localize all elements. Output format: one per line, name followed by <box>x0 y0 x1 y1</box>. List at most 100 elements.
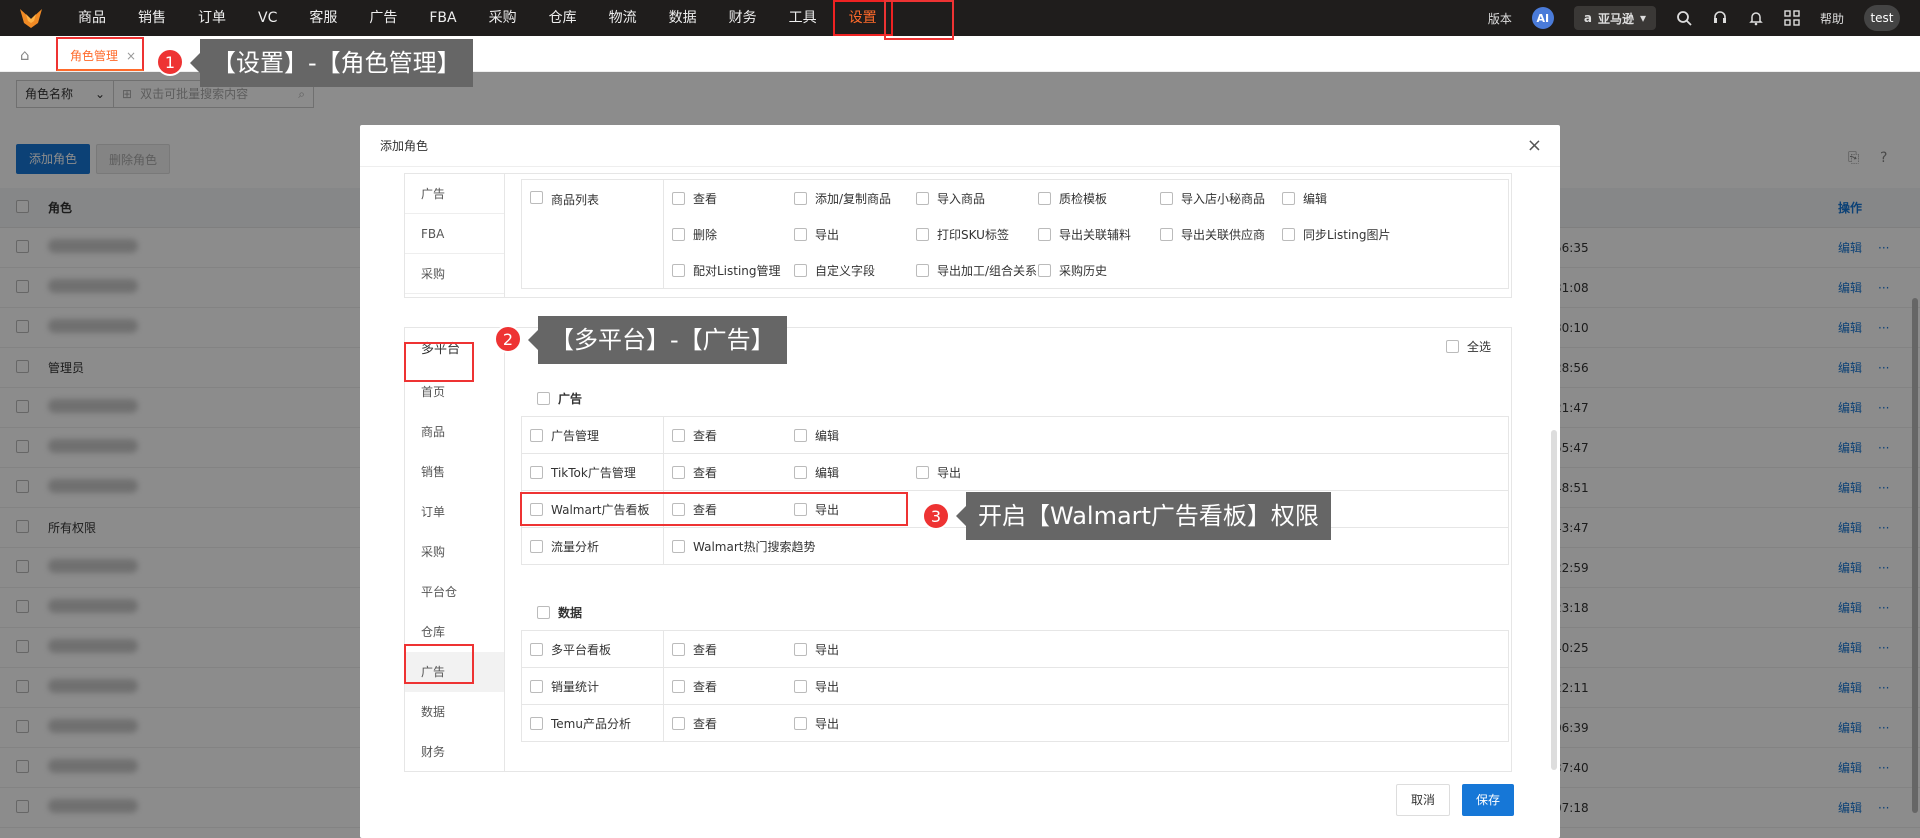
permission-option[interactable]: 导出 <box>794 705 916 741</box>
permission-option[interactable]: 导出 <box>794 631 916 667</box>
permission-option[interactable]: 导出 <box>794 216 916 252</box>
close-icon[interactable]: × <box>1527 125 1542 167</box>
option-checkbox[interactable] <box>794 716 807 730</box>
select-all-checkbox[interactable] <box>1445 340 1459 353</box>
option-checkbox[interactable] <box>672 679 685 693</box>
permission-option[interactable]: 导出加工/组合关系 <box>916 252 1038 288</box>
save-button[interactable]: 保存 <box>1461 784 1514 816</box>
section-nav-item[interactable]: FBA <box>405 214 504 254</box>
nav-item[interactable]: 设置 <box>833 0 893 36</box>
option-checkbox[interactable] <box>794 191 807 205</box>
permission-checkbox[interactable] <box>530 465 543 479</box>
option-checkbox[interactable] <box>1038 191 1051 205</box>
permission-option[interactable]: 同步Listing图片 <box>1282 216 1404 252</box>
group-checkbox[interactable] <box>537 606 550 619</box>
option-checkbox[interactable] <box>672 191 685 205</box>
nav-item[interactable]: 客服 <box>293 0 353 36</box>
section-nav-item[interactable]: 采购 <box>405 532 504 572</box>
permission-option[interactable]: 查看 <box>672 180 794 216</box>
nav-item[interactable]: 数据 <box>653 0 713 36</box>
option-checkbox[interactable] <box>916 191 929 205</box>
section-nav-item[interactable]: 广告 <box>405 652 504 692</box>
option-checkbox[interactable] <box>916 227 929 241</box>
nav-item[interactable]: 财务 <box>713 0 773 36</box>
permission-checkbox[interactable] <box>530 642 543 656</box>
option-checkbox[interactable] <box>794 263 807 277</box>
section-nav-item[interactable]: 销售 <box>405 452 504 492</box>
modal-scrollbar[interactable] <box>1551 430 1557 770</box>
option-checkbox[interactable] <box>916 263 929 277</box>
option-checkbox[interactable] <box>672 502 685 516</box>
permission-checkbox[interactable] <box>530 539 543 553</box>
permission-option[interactable]: Walmart热门搜索趋势 <box>672 528 839 564</box>
nav-item[interactable]: 商品 <box>62 0 122 36</box>
home-icon[interactable]: ⌂ <box>20 46 30 64</box>
section-nav-item[interactable]: 多平台 <box>405 328 504 372</box>
nav-item[interactable]: FBA <box>413 0 472 36</box>
permission-option[interactable]: 查看 <box>672 668 794 704</box>
option-checkbox[interactable] <box>794 679 807 693</box>
option-checkbox[interactable] <box>794 428 807 442</box>
option-checkbox[interactable] <box>794 502 807 516</box>
permission-option[interactable]: 查看 <box>672 631 794 667</box>
nav-item[interactable]: VC <box>242 0 293 36</box>
option-checkbox[interactable] <box>1160 227 1173 241</box>
user-avatar[interactable]: test <box>1864 5 1900 31</box>
permission-option[interactable]: 导出 <box>794 491 916 527</box>
nav-item[interactable]: 物流 <box>593 0 653 36</box>
option-checkbox[interactable] <box>1038 227 1051 241</box>
section-nav-item[interactable]: 首页 <box>405 372 504 412</box>
section-nav-item[interactable]: 财务 <box>405 732 504 771</box>
permission-option[interactable]: 查看 <box>672 417 794 453</box>
permission-option[interactable]: 编辑 <box>794 417 916 453</box>
option-checkbox[interactable] <box>672 227 685 241</box>
permission-option[interactable]: 导出 <box>916 454 1038 490</box>
option-checkbox[interactable] <box>672 642 685 656</box>
permission-option[interactable]: 导入商品 <box>916 180 1038 216</box>
option-checkbox[interactable] <box>672 716 685 730</box>
option-checkbox[interactable] <box>1038 263 1051 277</box>
permission-checkbox[interactable] <box>530 679 543 693</box>
permission-checkbox[interactable] <box>530 428 543 442</box>
option-checkbox[interactable] <box>672 263 685 277</box>
permission-option[interactable]: 自定义字段 <box>794 252 916 288</box>
permission-option[interactable]: 导出关联辅料 <box>1038 216 1160 252</box>
option-checkbox[interactable] <box>916 465 929 479</box>
permission-option[interactable]: 打印SKU标签 <box>916 216 1038 252</box>
permission-option[interactable]: 查看 <box>672 705 794 741</box>
cancel-button[interactable]: 取消 <box>1395 784 1450 816</box>
permission-option[interactable]: 配对Listing管理 <box>672 252 794 288</box>
option-checkbox[interactable] <box>1160 191 1173 205</box>
permission-option[interactable]: 删除 <box>672 216 794 252</box>
section-nav-item[interactable]: 仓库 <box>405 612 504 652</box>
permission-option[interactable]: 查看 <box>672 491 794 527</box>
marketplace-select[interactable]: a 亚马逊 ▾ <box>1573 6 1656 30</box>
nav-item[interactable]: 工具 <box>773 0 833 36</box>
section-nav-item[interactable]: 数据 <box>405 692 504 732</box>
nav-item[interactable]: 广告 <box>353 0 413 36</box>
headset-icon[interactable] <box>1712 10 1728 26</box>
permission-option[interactable]: 导入店小秘商品 <box>1160 180 1282 216</box>
permission-option[interactable]: 质检模板 <box>1038 180 1160 216</box>
permission-group-title[interactable]: 数据 <box>537 604 582 621</box>
tab-role-management[interactable]: 角色管理 × <box>56 37 145 71</box>
permission-checkbox[interactable] <box>530 502 543 516</box>
nav-item[interactable]: 订单 <box>182 0 242 36</box>
apps-grid-icon[interactable] <box>1784 10 1800 26</box>
permission-group-title[interactable]: 广告 <box>537 390 582 407</box>
help-link[interactable]: 帮助 <box>1820 10 1844 27</box>
section-nav-item[interactable]: 订单 <box>405 492 504 532</box>
permission-option[interactable]: 编辑 <box>1282 180 1404 216</box>
permission-option[interactable]: 添加/复制商品 <box>794 180 916 216</box>
permission-option[interactable]: 编辑 <box>794 454 916 490</box>
option-checkbox[interactable] <box>794 227 807 241</box>
select-all[interactable]: 全选 <box>1445 338 1491 355</box>
section-nav-item[interactable]: 商品 <box>405 412 504 452</box>
option-checkbox[interactable] <box>794 465 807 479</box>
section-nav-item[interactable]: 平台仓 <box>405 572 504 612</box>
section-nav-item[interactable]: 广告 <box>405 174 504 214</box>
search-icon[interactable] <box>1676 10 1692 26</box>
option-checkbox[interactable] <box>672 539 685 553</box>
option-checkbox[interactable] <box>672 465 685 479</box>
nav-item[interactable]: 采购 <box>473 0 533 36</box>
